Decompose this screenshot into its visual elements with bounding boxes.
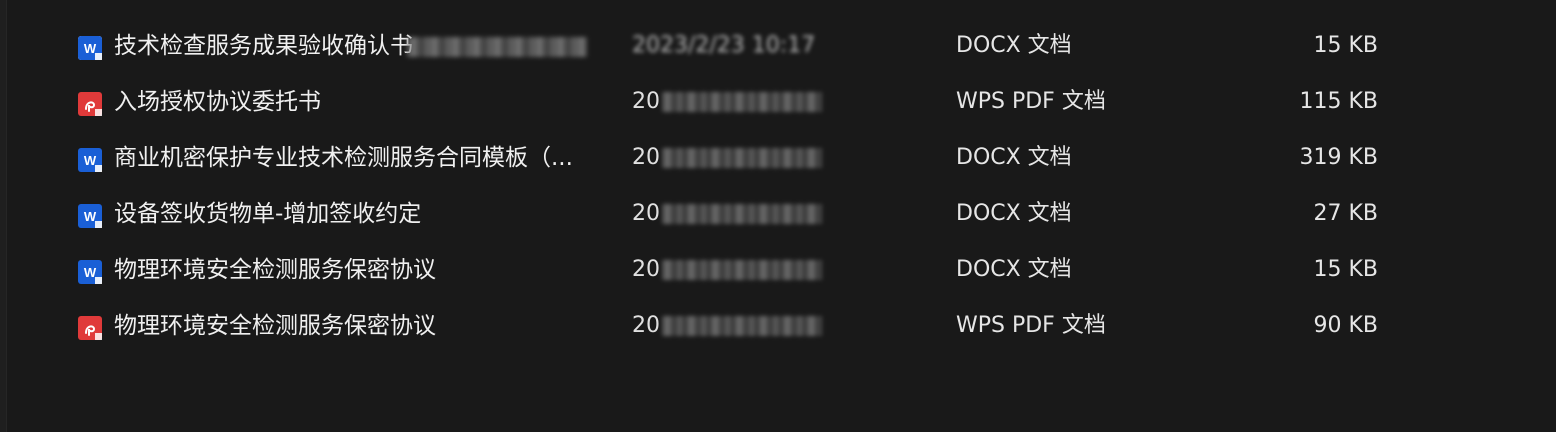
redacted-date bbox=[662, 148, 822, 168]
file-type: DOCX 文档 bbox=[956, 201, 1072, 226]
file-size: 115 KB bbox=[1299, 89, 1378, 114]
file-date: 20 bbox=[632, 298, 822, 354]
file-date: 20 bbox=[632, 74, 822, 130]
redacted-date bbox=[662, 316, 822, 336]
svg-text:W: W bbox=[84, 153, 97, 168]
wps-pdf-icon bbox=[78, 92, 102, 116]
redacted-date bbox=[662, 260, 822, 280]
file-row[interactable]: W 技术检查服务成果验收确认书 2023/2/23 10:17 DOCX 文档 … bbox=[0, 18, 1556, 74]
file-row[interactable]: W 商业机密保护专业技术检测服务合同模板（... 20 DOCX 文档 319 … bbox=[0, 130, 1556, 186]
file-name: 设备签收货物单-增加签收约定 bbox=[114, 201, 422, 227]
redacted-date bbox=[662, 204, 822, 224]
file-name: 物理环境安全检测服务保密协议 bbox=[114, 257, 436, 283]
file-type: DOCX 文档 bbox=[956, 145, 1072, 170]
redacted-date bbox=[662, 92, 822, 112]
file-name: 物理环境安全检测服务保密协议 bbox=[114, 313, 436, 339]
file-list-pane: W 技术检查服务成果验收确认书 2023/2/23 10:17 DOCX 文档 … bbox=[0, 0, 1556, 432]
file-date: 20 bbox=[632, 186, 822, 242]
file-date-text: 20 bbox=[632, 145, 660, 170]
file-type: DOCX 文档 bbox=[956, 257, 1072, 282]
file-size: 27 KB bbox=[1313, 201, 1378, 226]
file-row[interactable]: 物理环境安全检测服务保密协议 20 WPS PDF 文档 90 KB bbox=[0, 298, 1556, 354]
word-doc-icon: W bbox=[78, 148, 102, 172]
file-date-text: 20 bbox=[632, 201, 660, 226]
word-doc-icon: W bbox=[78, 36, 102, 60]
file-name: 商业机密保护专业技术检测服务合同模板（... bbox=[114, 145, 573, 171]
file-date-text: 20 bbox=[632, 313, 660, 338]
file-date: 20 bbox=[632, 130, 822, 186]
file-type: WPS PDF 文档 bbox=[956, 313, 1106, 338]
svg-text:W: W bbox=[84, 41, 97, 56]
file-size: 15 KB bbox=[1313, 257, 1378, 282]
svg-text:W: W bbox=[84, 265, 97, 280]
file-name: 入场授权协议委托书 bbox=[114, 89, 321, 115]
file-row[interactable]: W 物理环境安全检测服务保密协议 20 DOCX 文档 15 KB bbox=[0, 242, 1556, 298]
file-size: 90 KB bbox=[1313, 313, 1378, 338]
file-name-text: 技术检查服务成果验收确认书 bbox=[114, 33, 413, 59]
file-size: 15 KB bbox=[1313, 33, 1378, 58]
word-doc-icon: W bbox=[78, 260, 102, 284]
file-type: DOCX 文档 bbox=[956, 33, 1072, 58]
word-doc-icon: W bbox=[78, 204, 102, 228]
file-date-text: 20 bbox=[632, 257, 660, 282]
file-name: 技术检查服务成果验收确认书 bbox=[114, 18, 587, 74]
partial-row[interactable] bbox=[0, 0, 1556, 16]
file-date: 2023/2/23 10:17 bbox=[632, 18, 815, 74]
redacted-name-suffix bbox=[407, 36, 587, 57]
wps-pdf-icon bbox=[78, 316, 102, 340]
file-date-text: 20 bbox=[632, 89, 660, 114]
file-row[interactable]: 入场授权协议委托书 20 WPS PDF 文档 115 KB bbox=[0, 74, 1556, 130]
file-row[interactable]: W 设备签收货物单-增加签收约定 20 DOCX 文档 27 KB bbox=[0, 186, 1556, 242]
file-type: WPS PDF 文档 bbox=[956, 89, 1106, 114]
svg-text:W: W bbox=[84, 209, 97, 224]
file-date: 20 bbox=[632, 242, 822, 298]
file-date-text: 2023/2/23 10:17 bbox=[632, 33, 816, 58]
file-size: 319 KB bbox=[1299, 145, 1378, 170]
